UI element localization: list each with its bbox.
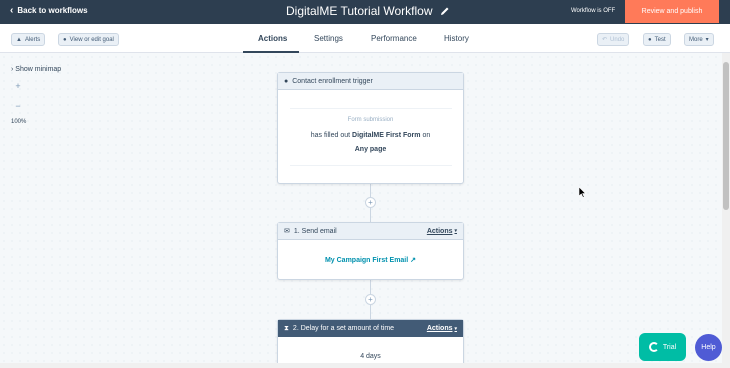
top-bar: ‹ Back to workflows DigitalME Tutorial W…	[0, 0, 730, 24]
action-card-header: ✉ 1. Send email Actions ▾	[278, 223, 463, 240]
tab-performance[interactable]: Performance	[371, 34, 417, 43]
view-goal-label: View or edit goal	[69, 36, 114, 43]
action-title: 1. Send email	[293, 227, 337, 235]
more-label: More	[689, 36, 703, 43]
mouse-cursor-icon	[579, 187, 587, 198]
action-title: 2. Delay for a set amount of time	[292, 325, 395, 332]
caret-down-icon: ▾	[454, 325, 457, 332]
minus-icon: −	[15, 101, 21, 111]
test-button[interactable]: ● Test	[643, 33, 671, 46]
external-link-icon: ↗	[410, 257, 417, 264]
review-and-publish-button[interactable]: Review and publish	[625, 0, 719, 23]
trigger-description: has filled out DigitalME First Form on	[278, 132, 463, 139]
trigger-type-label: Form submission	[347, 117, 394, 123]
undo-button[interactable]: ↶ Undo	[597, 33, 630, 46]
trigger-page: Any page	[354, 146, 387, 153]
help-button[interactable]: Help	[695, 334, 722, 361]
enrollment-trigger-card[interactable]: ● Contact enrollment trigger Form submis…	[277, 72, 464, 184]
divider	[290, 165, 452, 166]
tab-history[interactable]: History	[444, 34, 469, 43]
workflow-status: Workflow is OFF	[571, 8, 616, 14]
email-icon: ✉	[284, 228, 290, 235]
alerts-button[interactable]: ▲ Alerts	[11, 33, 46, 46]
add-action-button[interactable]: +	[365, 197, 376, 208]
show-minimap-label: Show minimap	[15, 66, 62, 73]
action-card-header: ⧗ 2. Delay for a set amount of time Acti…	[278, 320, 463, 337]
trigger-text-on: on	[422, 132, 431, 139]
chevron-right-icon: ›	[11, 66, 14, 73]
actions-label: Actions	[426, 227, 453, 235]
email-link[interactable]: My Campaign First Email ↗	[278, 256, 463, 264]
trial-button[interactable]: Trial	[639, 333, 686, 361]
delay-duration: 4 days	[360, 353, 381, 360]
undo-label: Undo	[610, 36, 625, 43]
undo-icon: ↶	[602, 37, 608, 43]
back-label: Back to workflows	[17, 6, 88, 15]
alerts-label: Alerts	[24, 36, 41, 43]
test-label: Test	[654, 36, 666, 43]
add-action-button[interactable]: +	[365, 294, 376, 305]
actions-label: Actions	[426, 325, 453, 332]
chevron-left-icon: ‹	[10, 4, 14, 16]
user-icon: ●	[648, 36, 652, 43]
bell-icon: ▲	[16, 36, 22, 43]
delay-action-card[interactable]: ⧗ 2. Delay for a set amount of time Acti…	[277, 319, 464, 368]
vertical-scrollbar-thumb[interactable]	[723, 62, 729, 210]
plus-icon: +	[15, 81, 21, 91]
back-to-workflows-link[interactable]: ‹ Back to workflows	[10, 4, 88, 16]
pencil-icon[interactable]	[440, 6, 450, 16]
actions-dropdown[interactable]: Actions ▾	[427, 325, 457, 332]
tab-actions[interactable]: Actions	[258, 34, 287, 43]
send-email-action-card[interactable]: ✉ 1. Send email Actions ▾ My Campaign Fi…	[277, 222, 464, 280]
trigger-text-prefix: has filled out	[310, 132, 351, 139]
form-name: DigitalME First Form	[352, 132, 421, 139]
caret-down-icon: ▾	[705, 37, 709, 43]
trial-label: Trial	[662, 343, 677, 351]
show-minimap-toggle[interactable]: › Show minimap	[11, 66, 61, 73]
zoom-out-button[interactable]: −	[13, 101, 23, 111]
actions-dropdown[interactable]: Actions ▾	[427, 228, 457, 235]
user-icon: ●	[284, 77, 289, 85]
hourglass-icon: ⧗	[284, 324, 289, 332]
divider	[290, 108, 452, 109]
toolbar: ▲ Alerts ● View or edit goal Actions Set…	[0, 24, 730, 53]
trial-progress-icon	[648, 342, 659, 352]
email-name: My Campaign First Email	[324, 257, 409, 264]
view-edit-goal-button[interactable]: ● View or edit goal	[58, 33, 119, 46]
caret-down-icon: ▾	[454, 228, 457, 234]
workflow-title[interactable]: DigitalME Tutorial Workflow	[286, 4, 450, 18]
horizontal-scrollbar[interactable]	[0, 363, 722, 368]
more-dropdown[interactable]: More ▾	[684, 33, 714, 46]
trigger-card-header: ● Contact enrollment trigger	[278, 73, 463, 90]
zoom-level: 100%	[11, 119, 27, 125]
workflow-title-text: DigitalME Tutorial Workflow	[286, 4, 433, 18]
trigger-card-title: Contact enrollment trigger	[292, 77, 373, 85]
zoom-in-button[interactable]: +	[13, 81, 23, 91]
tab-settings[interactable]: Settings	[314, 34, 343, 43]
eye-icon: ●	[63, 36, 67, 43]
